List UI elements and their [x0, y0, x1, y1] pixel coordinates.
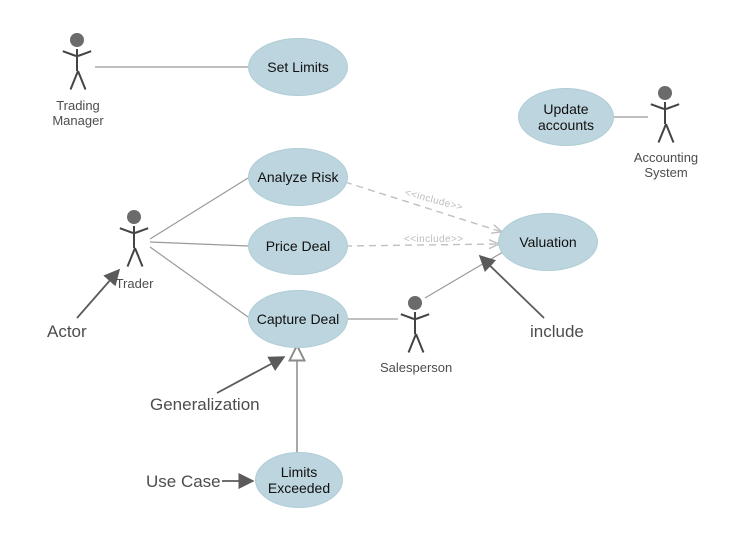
pointer-generalization — [217, 357, 284, 393]
assoc-trader-analyze-risk — [150, 178, 248, 239]
actor-accounting-system-label: Accounting System — [631, 150, 701, 180]
annotation-actor: Actor — [47, 322, 87, 342]
include-analyze-valuation — [345, 182, 502, 232]
assoc-trader-capture-deal — [150, 247, 248, 317]
usecase-analyze-risk: Analyze Risk — [248, 148, 348, 206]
usecase-price-deal: Price Deal — [248, 217, 348, 275]
actor-salesperson-label: Salesperson — [380, 360, 452, 375]
usecase-limits-exceeded: Limits Exceeded — [255, 452, 343, 508]
usecase-capture-deal: Capture Deal — [248, 290, 348, 348]
actor-accounting-system — [648, 86, 682, 150]
usecase-valuation: Valuation — [498, 213, 598, 271]
actor-trader-label: Trader — [112, 276, 157, 291]
annotation-include: include — [530, 322, 584, 342]
actor-salesperson — [398, 296, 432, 360]
usecase-update-accounts: Update accounts — [518, 88, 614, 146]
stereotype-include-2: <<include>> — [404, 234, 463, 245]
actor-trading-manager-label: Trading Manager — [48, 98, 108, 128]
usecase-set-limits: Set Limits — [248, 38, 348, 96]
annotation-generalization: Generalization — [150, 395, 260, 415]
actor-trading-manager — [60, 33, 94, 97]
actor-trader — [117, 210, 151, 274]
assoc-salesperson-valuation — [425, 249, 508, 298]
assoc-trader-price-deal — [150, 242, 248, 246]
annotation-use-case: Use Case — [146, 472, 221, 492]
